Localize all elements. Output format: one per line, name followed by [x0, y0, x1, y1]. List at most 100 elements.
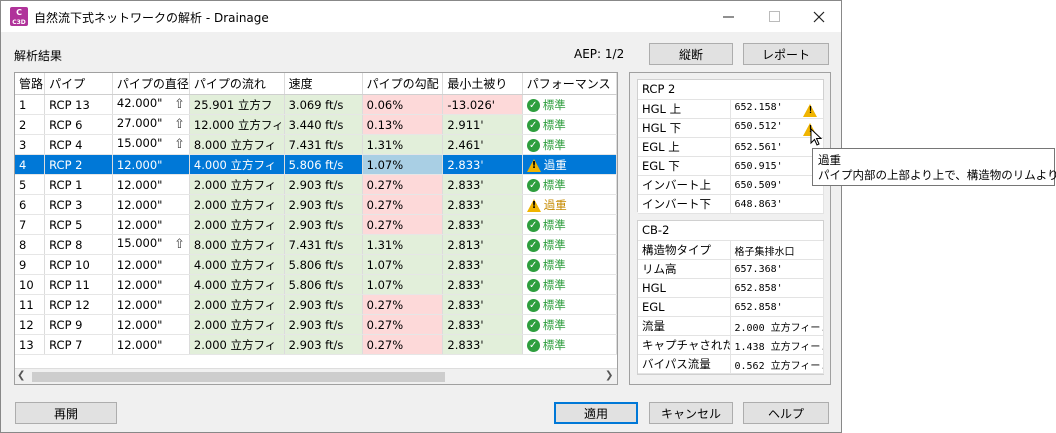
- close-button[interactable]: [796, 1, 842, 32]
- column-header[interactable]: パイプの直径: [112, 73, 190, 95]
- check-circle-icon: ✓: [526, 218, 540, 232]
- table-row[interactable]: 12 RCP 9 12.000" 2.000 立方フィ 2.903 ft/s 0.27% 2…: [15, 314, 617, 335]
- table-row[interactable]: 13 RCP 7 12.000" 2.000 立方フィ 2.903 ft/s 0.27% 2…: [15, 334, 617, 355]
- cell-performance: 過重: [522, 154, 617, 175]
- column-header[interactable]: パフォーマンス: [522, 73, 617, 95]
- pipe-details-title: RCP 2: [638, 80, 823, 100]
- property-label: バイパス流量: [638, 354, 731, 374]
- property-value-text: 2.000 立方フィー...: [734, 322, 823, 334]
- cell-min-cover: 2.813': [442, 234, 523, 255]
- results-grid[interactable]: 管路 パイプ パイプの直径 パイプの流れ 速度 パイプの勾配 最小土被り パフォーマンス 1 R…: [14, 72, 618, 385]
- property-value-text: 652.858': [734, 282, 783, 294]
- close-icon: [813, 11, 825, 22]
- help-button[interactable]: ヘルプ: [743, 402, 829, 424]
- column-header[interactable]: パイプ: [44, 73, 113, 95]
- table-row[interactable]: 9 RCP 10 12.000" 4.000 立方フィ 5.806 ft/s 1.07% 2…: [15, 254, 617, 275]
- cell-diameter: 12.000": [112, 334, 190, 355]
- table-row[interactable]: 4 RCP 2 12.000" 4.000 立方フィ 5.806 ft/s 1.07% 2.…: [15, 154, 617, 175]
- table-row[interactable]: 6 RCP 3 12.000" 2.000 立方フィ 2.903 ft/s 0.27% 2.…: [15, 194, 617, 215]
- minimize-button[interactable]: [705, 1, 751, 32]
- table-row[interactable]: 1 RCP 13 ⇧ 42.000" 25.901 立方フ 3.069 ft/s 0.06%…: [15, 94, 617, 115]
- property-label: 流量: [638, 316, 731, 336]
- scroll-left-icon[interactable]: ❮: [17, 370, 25, 381]
- cell-velocity-text: 5.806 ft/s: [288, 157, 344, 172]
- table-row[interactable]: 3 RCP 4 ⇧ 15.000" 8.000 立方フィ 7.431 ft/s 1.31% 2…: [15, 134, 617, 155]
- performance-status-text: 標準: [542, 97, 566, 112]
- cell-pipe-name-text: RCP 10: [49, 257, 90, 272]
- cell-velocity: 7.431 ft/s: [284, 134, 363, 155]
- cell-diameter-text: 12.000": [116, 257, 163, 272]
- cell-velocity: 2.903 ft/s: [284, 174, 363, 195]
- profile-button[interactable]: 縦断: [649, 43, 733, 65]
- check-circle-icon: ✓: [526, 98, 540, 112]
- table-row[interactable]: 8 RCP 8 ⇧ 15.000" 8.000 立方フィ 7.431 ft/s 1.31% 2…: [15, 234, 617, 255]
- column-header[interactable]: 最小土被り: [442, 73, 523, 95]
- property-label: リム高: [638, 259, 731, 279]
- cell-slope: 1.07%: [362, 154, 444, 175]
- performance-status-text: 標準: [542, 177, 566, 192]
- cell-min-cover: 2.461': [442, 134, 523, 155]
- cell-slope: 1.31%: [362, 234, 444, 255]
- cell-slope-text: 1.07%: [366, 257, 404, 272]
- property-row: EGL 652.858': [638, 297, 824, 317]
- cell-diameter-text: 12.000": [116, 337, 163, 352]
- report-button[interactable]: レポート: [743, 43, 829, 65]
- warning-icon[interactable]: [802, 103, 817, 117]
- scrollbar-thumb[interactable]: [32, 372, 445, 382]
- check-circle-icon: ✓: [526, 138, 540, 152]
- table-row[interactable]: 5 RCP 1 12.000" 2.000 立方フィ 2.903 ft/s 0.27% 2.…: [15, 174, 617, 195]
- cell-velocity-text: 2.903 ft/s: [288, 217, 344, 232]
- cell-pipe-name: RCP 2: [44, 154, 113, 175]
- property-value: 1.438 立方フィー...: [730, 335, 824, 355]
- cell-diameter: 12.000": [112, 294, 190, 315]
- table-row[interactable]: 11 RCP 12 12.000" 2.000 立方フィ 2.903 ft/s 0.27%…: [15, 294, 617, 315]
- property-value: 652.158': [730, 100, 824, 119]
- cell-pipe-name: RCP 8: [44, 234, 113, 255]
- cell-slope: 0.13%: [362, 114, 444, 135]
- size-up-arrow-icon: ⇧: [174, 117, 185, 132]
- cell-diameter-text: 12.000": [116, 297, 163, 312]
- cell-min-cover: 2.833': [442, 254, 523, 275]
- cell-line-number-text: 3: [19, 137, 27, 152]
- cell-line-number-text: 2: [19, 117, 27, 132]
- column-header[interactable]: 管路: [15, 73, 46, 95]
- table-row[interactable]: 7 RCP 5 12.000" 2.000 立方フィ 2.903 ft/s 0.27% 2.…: [15, 214, 617, 235]
- cell-diameter-text: 12.000": [116, 317, 163, 332]
- cell-line-number-text: 4: [19, 157, 27, 172]
- cancel-button[interactable]: キャンセル: [649, 402, 733, 424]
- table-row[interactable]: 2 RCP 6 ⇧ 27.000" 12.000 立方フィ 3.440 ft/s 0.13%…: [15, 114, 617, 135]
- cell-flow: 2.000 立方フィ: [189, 334, 285, 355]
- cell-performance: ✓ 標準: [522, 234, 617, 255]
- apply-button[interactable]: 適用: [554, 402, 638, 424]
- cell-performance: ✓ 標準: [522, 134, 617, 155]
- cell-line-number-text: 7: [19, 217, 27, 232]
- cell-line-number: 5: [15, 174, 46, 195]
- reopen-button[interactable]: 再開: [15, 402, 117, 424]
- column-header[interactable]: 速度: [284, 73, 363, 95]
- cell-line-number-text: 8: [19, 237, 27, 252]
- table-row[interactable]: 10 RCP 11 12.000" 4.000 立方フィ 5.806 ft/s 1.07%…: [15, 274, 617, 295]
- property-row: インバート下 648.863': [638, 194, 824, 214]
- cell-min-cover: 2.833': [442, 334, 523, 355]
- performance-status-text: 標準: [542, 237, 566, 252]
- property-row: キャプチャされた...1.438 立方フィー...: [638, 335, 824, 355]
- property-label: キャプチャされた...: [638, 335, 731, 355]
- column-header[interactable]: パイプの流れ: [189, 73, 285, 95]
- cell-velocity-text: 2.903 ft/s: [288, 177, 344, 192]
- scroll-right-icon[interactable]: ❯: [605, 370, 613, 381]
- cell-pipe-name: RCP 6: [44, 114, 113, 135]
- cell-diameter: ⇧ 42.000": [112, 94, 190, 115]
- cell-slope: 0.27%: [362, 174, 444, 195]
- title-bar[interactable]: C C3D 自然流下式ネットワークの解析 - Drainage: [1, 1, 841, 32]
- cell-slope-text: 0.27%: [366, 317, 404, 332]
- property-value: 2.000 立方フィー...: [730, 316, 824, 336]
- cell-line-number: 2: [15, 114, 46, 135]
- horizontal-scrollbar[interactable]: ❮ ❯: [15, 368, 617, 384]
- maximize-button[interactable]: [751, 1, 797, 32]
- property-value: 648.863': [730, 194, 824, 214]
- property-row: 構造物タイプ 格子集排水口: [638, 241, 824, 260]
- property-value-text: 657.368': [734, 263, 783, 275]
- column-header[interactable]: パイプの勾配: [362, 73, 444, 95]
- cell-slope: 0.27%: [362, 314, 444, 335]
- cell-performance: ✓ 標準: [522, 94, 617, 115]
